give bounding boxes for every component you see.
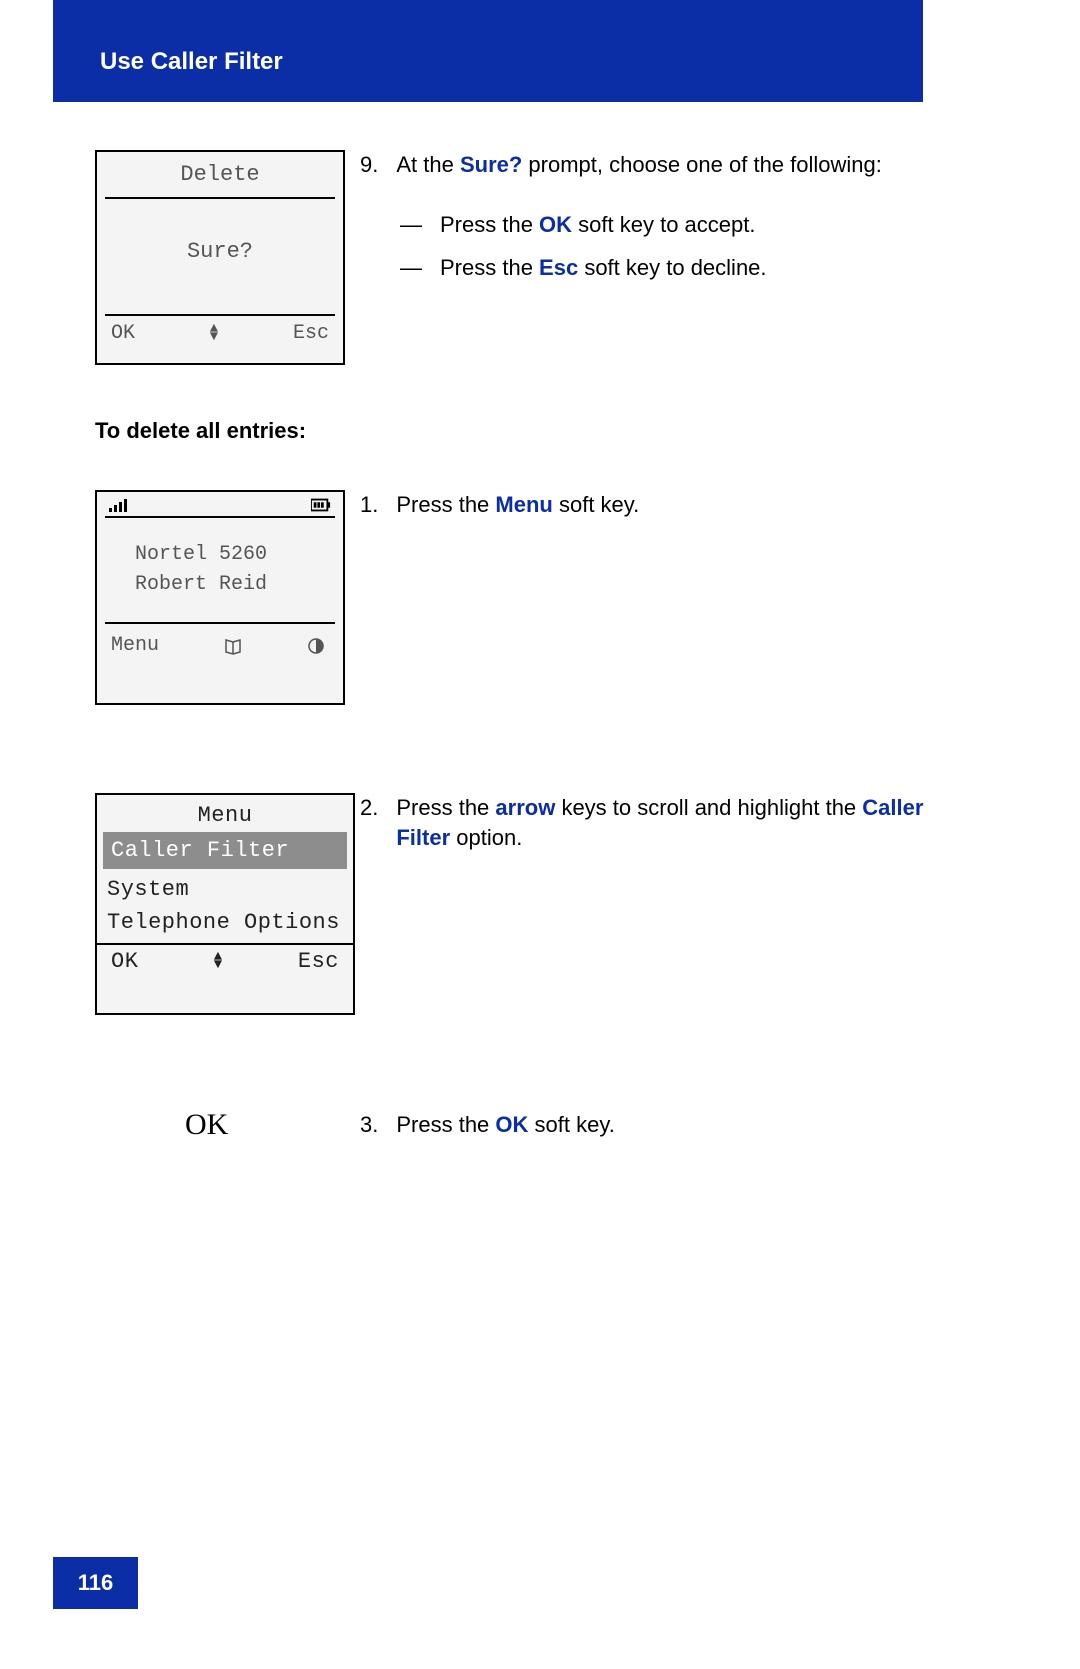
updown-icon: ▲▼ xyxy=(210,326,218,341)
text: soft key. xyxy=(528,1112,614,1137)
screen2-softkeys: Menu xyxy=(97,624,343,667)
step-3: 3. Press the OK soft key. xyxy=(360,1110,930,1140)
screen3-title: Menu xyxy=(97,795,353,828)
menu-item: Telephone Options xyxy=(97,906,353,939)
softkey-menu: Menu xyxy=(111,634,159,657)
screen2-body: Nortel 5260 Robert Reid xyxy=(97,518,343,622)
keyword-esc: Esc xyxy=(539,255,578,280)
screen1-message: Sure? xyxy=(97,199,343,304)
text: Press the xyxy=(440,212,539,237)
book-icon xyxy=(224,637,242,655)
step-text: Press the Menu soft key. xyxy=(396,490,639,520)
text: Press the xyxy=(396,1112,495,1137)
step-text: Press the OK soft key. xyxy=(396,1110,614,1140)
softkey-ok: OK xyxy=(111,949,138,974)
screen2-line2: Robert Reid xyxy=(135,570,343,600)
step-text: Press the arrow keys to scroll and highl… xyxy=(396,793,940,852)
dash-item: — Press the OK soft key to accept. xyxy=(400,210,930,240)
softkey-ok: OK xyxy=(111,322,135,345)
header-title: Use Caller Filter xyxy=(100,48,283,76)
dash-text: Press the OK soft key to accept. xyxy=(440,210,755,240)
text: keys to scroll and highlight the xyxy=(555,795,862,820)
step-text: At the Sure? prompt, choose one of the f… xyxy=(396,150,882,180)
page: Use Caller Filter Delete Sure? OK ▲▼ Esc… xyxy=(0,0,1080,1669)
keyword-ok: OK xyxy=(539,212,572,237)
dash-list: — Press the OK soft key to accept. — Pre… xyxy=(400,210,930,283)
menu-item: System xyxy=(97,873,353,906)
step-1: 1. Press the Menu soft key. xyxy=(360,490,930,520)
softkey-esc: Esc xyxy=(293,322,329,345)
subheading: To delete all entries: xyxy=(95,418,306,444)
screen1-title: Delete xyxy=(97,152,343,187)
screen1-softkeys: OK ▲▼ Esc xyxy=(97,316,343,355)
phone-screen-delete-confirm: Delete Sure? OK ▲▼ Esc xyxy=(95,150,345,365)
text: soft key to decline. xyxy=(578,255,766,280)
text: prompt, choose one of the following: xyxy=(522,152,882,177)
dash-item: — Press the Esc soft key to decline. xyxy=(400,253,930,283)
dash-icon: — xyxy=(400,210,426,240)
text: option. xyxy=(450,825,522,850)
contrast-icon xyxy=(307,637,325,655)
softkey-esc: Esc xyxy=(298,949,339,974)
keyword-ok: OK xyxy=(495,1112,528,1137)
text: Press the xyxy=(396,492,495,517)
phone-screen-idle: Nortel 5260 Robert Reid Menu xyxy=(95,490,345,705)
text: Press the xyxy=(396,795,495,820)
phone-screen-menu: Menu Caller Filter System Telephone Opti… xyxy=(95,793,355,1015)
status-bar xyxy=(97,492,343,514)
step-2: 2. Press the arrow keys to scroll and hi… xyxy=(360,793,940,852)
text: soft key. xyxy=(553,492,639,517)
step-number: 1. xyxy=(360,490,378,520)
ok-key-graphic: OK xyxy=(185,1108,228,1142)
page-number: 116 xyxy=(53,1557,138,1609)
menu-item-selected: Caller Filter xyxy=(103,832,347,869)
step-number: 2. xyxy=(360,793,378,852)
screen3-softkeys: OK ▲▼ Esc xyxy=(97,945,353,982)
text: soft key to accept. xyxy=(572,212,755,237)
text: At the xyxy=(396,152,460,177)
screen2-line1: Nortel 5260 xyxy=(135,540,343,570)
keyword-arrow: arrow xyxy=(495,795,555,820)
step-9: 9. At the Sure? prompt, choose one of th… xyxy=(360,150,930,297)
step-number: 3. xyxy=(360,1110,378,1140)
updown-icon: ▲▼ xyxy=(214,954,223,969)
signal-icon xyxy=(109,498,129,512)
keyword-menu: Menu xyxy=(495,492,552,517)
dash-text: Press the Esc soft key to decline. xyxy=(440,253,767,283)
dash-icon: — xyxy=(400,253,426,283)
step-number: 9. xyxy=(360,150,378,180)
battery-icon xyxy=(311,498,331,512)
text: Press the xyxy=(440,255,539,280)
keyword-sure: Sure? xyxy=(460,152,522,177)
